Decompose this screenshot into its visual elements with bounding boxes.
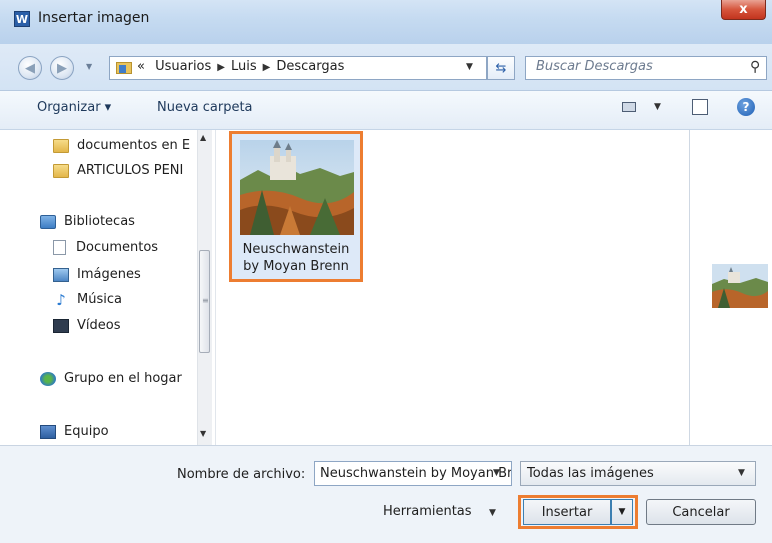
tools-dropdown-icon[interactable]: ▼ bbox=[489, 508, 496, 518]
nav-item-label: documentos en E bbox=[77, 138, 191, 153]
filetype-select[interactable]: Todas las imágenes bbox=[520, 461, 756, 486]
insert-button[interactable]: Insertar bbox=[523, 499, 611, 525]
filename-label: Nombre de archivo: bbox=[177, 467, 306, 482]
nav-item-bibliotecas[interactable]: Bibliotecas bbox=[40, 214, 135, 229]
help-icon[interactable]: ? bbox=[737, 98, 755, 116]
nav-item-videos[interactable]: Vídeos bbox=[53, 318, 120, 333]
libraries-icon bbox=[40, 214, 56, 229]
nav-item-label: Documentos bbox=[76, 240, 159, 255]
homegroup-icon bbox=[40, 371, 56, 386]
breadcrumb[interactable]: « Usuarios ▶ Luis ▶ Descargas bbox=[137, 59, 344, 74]
castle-thumbnail bbox=[240, 140, 354, 235]
filename-dropdown-icon[interactable]: ▼ bbox=[493, 468, 500, 478]
nav-item-imagenes[interactable]: Imágenes bbox=[53, 267, 141, 282]
folder-icon bbox=[53, 163, 69, 178]
insert-options-dropdown[interactable]: ▼ bbox=[611, 499, 633, 525]
scroll-grip-icon: ≡ bbox=[202, 296, 209, 305]
computer-icon bbox=[40, 424, 56, 439]
chevron-down-icon: ▼ bbox=[618, 507, 626, 517]
scroll-up-icon[interactable]: ▲ bbox=[200, 133, 206, 142]
breadcrumb-item-descargas[interactable]: Descargas bbox=[276, 59, 344, 74]
search-icon[interactable]: ⚲ bbox=[750, 59, 760, 75]
filetype-dropdown-icon[interactable]: ▼ bbox=[738, 468, 745, 478]
file-name-line1: Neuschwanstein bbox=[242, 242, 350, 257]
refresh-icon: ⇆ bbox=[495, 60, 507, 76]
breadcrumb-overflow[interactable]: « bbox=[137, 59, 145, 74]
window-title: Insertar imagen bbox=[38, 10, 150, 26]
nav-item-equipo[interactable]: Equipo bbox=[40, 424, 109, 439]
nav-item-label: Grupo en el hogar bbox=[64, 371, 182, 386]
nav-item-label: Imágenes bbox=[77, 267, 141, 282]
breadcrumb-item-luis[interactable]: Luis bbox=[231, 59, 257, 74]
nav-item-musica[interactable]: ♪ Música bbox=[53, 292, 122, 307]
tools-button[interactable]: Herramientas bbox=[383, 504, 472, 519]
nav-item-label: ARTICULOS PENI bbox=[77, 163, 184, 178]
scroll-down-icon[interactable]: ▼ bbox=[200, 429, 206, 438]
file-name: Neuschwanstein by Moyan Brenn bbox=[234, 241, 358, 275]
dialog-footer bbox=[0, 445, 772, 543]
breadcrumb-item-usuarios[interactable]: Usuarios bbox=[155, 59, 211, 74]
refresh-button[interactable]: ⇆ bbox=[487, 56, 515, 80]
nav-item-label: Equipo bbox=[64, 424, 109, 439]
view-options-dropdown-icon[interactable]: ▼ bbox=[654, 102, 661, 112]
breadcrumb-arrow-icon[interactable]: ▶ bbox=[263, 62, 271, 73]
file-name-line2: by Moyan Brenn bbox=[243, 259, 349, 274]
nav-item-documentos[interactable]: Documentos bbox=[53, 240, 158, 255]
pictures-icon bbox=[53, 267, 69, 282]
preview-image bbox=[712, 264, 768, 308]
videos-icon bbox=[53, 318, 69, 333]
folder-icon bbox=[53, 138, 69, 153]
nav-item-label: Música bbox=[77, 292, 122, 307]
documents-icon bbox=[53, 240, 66, 255]
search-placeholder: Buscar Descargas bbox=[536, 59, 653, 74]
folder-icon bbox=[116, 62, 132, 74]
breadcrumb-arrow-icon[interactable]: ▶ bbox=[217, 62, 225, 73]
preview-pane-icon[interactable] bbox=[692, 99, 708, 115]
nav-item-label: Bibliotecas bbox=[64, 214, 135, 229]
new-folder-button[interactable]: Nueva carpeta bbox=[157, 100, 253, 115]
arrow-right-icon: ▶ bbox=[57, 60, 67, 76]
organize-button[interactable]: Organizar ▾ bbox=[37, 100, 111, 115]
nav-item-label: Vídeos bbox=[77, 318, 121, 333]
close-button[interactable]: x bbox=[721, 0, 766, 20]
back-button[interactable]: ◀ bbox=[18, 56, 42, 80]
filename-input[interactable]: Neuschwanstein by Moyan Brenn bbox=[314, 461, 512, 486]
word-app-icon: W bbox=[14, 11, 30, 27]
nav-item-articulos[interactable]: ARTICULOS PENI bbox=[53, 163, 183, 178]
cancel-button[interactable]: Cancelar bbox=[646, 499, 756, 525]
music-icon: ♪ bbox=[56, 290, 66, 309]
recent-locations-dropdown[interactable]: ▼ bbox=[86, 62, 92, 71]
nav-item-grupo-hogar[interactable]: Grupo en el hogar bbox=[40, 371, 182, 386]
arrow-left-icon: ◀ bbox=[25, 60, 35, 76]
forward-button[interactable]: ▶ bbox=[50, 56, 74, 80]
change-view-icon[interactable] bbox=[622, 102, 636, 112]
nav-item-documentos-en[interactable]: documentos en E bbox=[53, 138, 190, 153]
address-dropdown-icon[interactable]: ▼ bbox=[466, 62, 473, 72]
